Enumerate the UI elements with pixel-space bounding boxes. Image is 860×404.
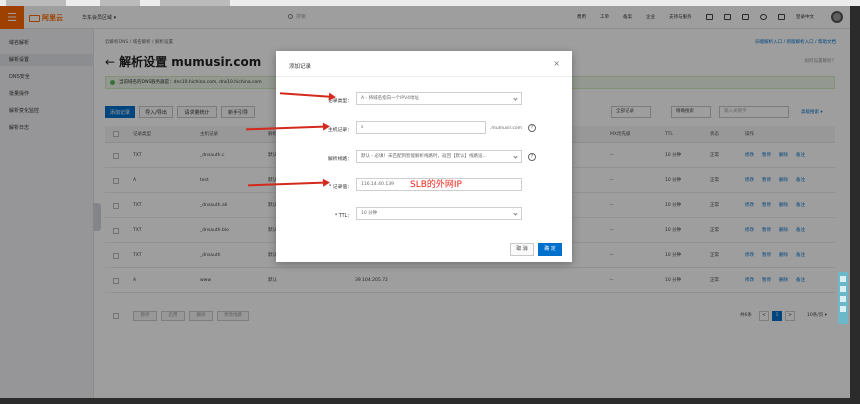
help-icon[interactable]: ?	[528, 124, 536, 132]
floating-toolbar[interactable]	[838, 272, 848, 324]
ttl-select[interactable]: 10 分钟	[356, 207, 522, 220]
record-type-value: A - 将域名指向一个IPV4地址	[361, 96, 420, 101]
chevron-down-icon	[513, 154, 518, 159]
help-icon[interactable]: ?	[528, 153, 536, 161]
app-window: ☰ 阿里云 华东会员区域 ▾ 搜索 费用 工单 备案 企业 支持与服务 登录中文…	[0, 6, 850, 398]
record-type-label: 记录类型：	[328, 99, 352, 104]
cancel-button[interactable]: 取 消	[510, 243, 534, 256]
domain-suffix: .mumusir.com	[490, 126, 522, 131]
chevron-down-icon	[513, 96, 518, 101]
toolbar-icon	[840, 296, 846, 302]
resolve-line-select[interactable]: 默认 - 必填！未匹配到智能解析线路时，返回【默认】线路设...	[356, 150, 522, 163]
record-type-select[interactable]: A - 将域名指向一个IPV4地址	[356, 92, 522, 105]
resolve-line-label: 解析线路：	[328, 157, 352, 162]
ttl-value: 10 分钟	[361, 211, 378, 216]
add-record-dialog: 添加记录 × 记录类型： A - 将域名指向一个IPV4地址 主机记录： s .…	[276, 51, 572, 262]
ttl-label: * TTL：	[334, 214, 352, 219]
host-record-input[interactable]: s	[356, 121, 486, 134]
annotation-label: SLB的外网IP	[410, 180, 462, 190]
resolve-line-value: 默认 - 必填！未匹配到智能解析线路时，返回【默认】线路设...	[361, 154, 487, 159]
chevron-down-icon	[513, 211, 518, 216]
close-icon[interactable]: ×	[553, 59, 560, 68]
dialog-title: 添加记录	[289, 64, 312, 70]
toolbar-icon	[840, 286, 846, 292]
toolbar-icon	[840, 276, 846, 282]
dialog-divider	[276, 76, 572, 77]
toolbar-icon	[840, 306, 846, 312]
confirm-button[interactable]: 确 定	[538, 243, 562, 256]
